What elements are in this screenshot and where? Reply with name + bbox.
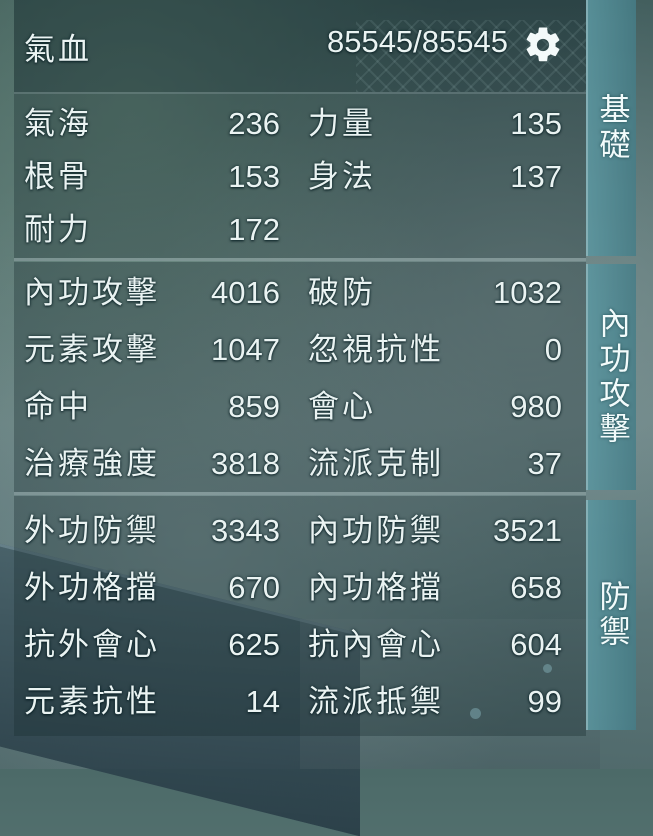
stat-label: 外功格擋: [24, 570, 160, 606]
section-defense: 外功防禦 3343 內功防禦 3521 外功格擋 670 內功格擋 658 抗外…: [14, 496, 586, 736]
tab-defense-label: 防禦: [593, 580, 630, 650]
stat-value: 135: [510, 106, 562, 141]
stat-value: 137: [510, 159, 562, 194]
section-basic: 氣海 236 力量 135 根骨 153 身法 137 耐力 172: [14, 94, 586, 261]
stat-value: 236: [228, 106, 280, 141]
stat-label: 內功格擋: [308, 570, 444, 606]
gear-icon[interactable]: [522, 24, 564, 66]
hp-value: 85545/85545: [326, 24, 508, 59]
stat-value: 604: [510, 627, 562, 662]
stat-label: 元素攻擊: [24, 332, 160, 368]
stat-value: 1032: [493, 275, 562, 310]
stat-value: 658: [510, 570, 562, 605]
stat-label: 流派克制: [308, 446, 444, 482]
stat-label: 忽視抗性: [308, 332, 444, 368]
stat-label: 內功防禦: [308, 513, 444, 549]
stat-value: 625: [228, 627, 280, 662]
stat-label: 抗內會心: [308, 627, 444, 663]
stat-label: 內功攻擊: [24, 275, 160, 311]
stat-value: 0: [544, 332, 562, 367]
stat-value: 859: [228, 389, 280, 424]
stat-label: 抗外會心: [24, 627, 160, 663]
stat-value: 37: [527, 446, 562, 481]
stat-label: 治療強度: [24, 446, 160, 482]
tab-basic-label: 基礎: [593, 93, 630, 163]
stat-label: 耐力: [24, 212, 92, 248]
stats-panel: 氣血 85545/85545 氣海 236 力量 135 根骨 153 身法 1…: [14, 0, 586, 769]
stat-value: 99: [527, 684, 562, 719]
tab-basic[interactable]: 基礎: [586, 0, 636, 256]
stat-value: 14: [245, 684, 280, 719]
stat-value: 4016: [211, 275, 280, 310]
stat-value: 172: [228, 212, 280, 247]
hp-label: 氣血: [24, 32, 92, 68]
stat-value: 3818: [211, 446, 280, 481]
stat-label: 外功防禦: [24, 513, 160, 549]
tab-defense[interactable]: 防禦: [586, 500, 636, 730]
section-attack: 內功攻擊 4016 破防 1032 元素攻擊 1047 忽視抗性 0 命中 85…: [14, 262, 586, 495]
stat-value: 670: [228, 570, 280, 605]
stat-value: 1047: [211, 332, 280, 367]
stat-value: 980: [510, 389, 562, 424]
hp-row: 氣血 85545/85545: [14, 0, 586, 94]
stat-value: 3343: [211, 513, 280, 548]
stat-label: 身法: [308, 159, 376, 195]
stat-label: 破防: [308, 275, 376, 311]
tab-internal-attack-label: 內功攻擊: [593, 307, 630, 447]
stat-value: 153: [228, 159, 280, 194]
stat-label: 會心: [308, 389, 376, 425]
stat-label: 氣海: [24, 106, 92, 142]
stat-label: 元素抗性: [24, 684, 160, 720]
stat-label: 力量: [308, 106, 376, 142]
stat-label: 流派抵禦: [308, 684, 444, 720]
stat-label: 命中: [24, 389, 92, 425]
stat-value: 3521: [493, 513, 562, 548]
tab-internal-attack[interactable]: 內功攻擊: [586, 264, 636, 490]
stat-label: 根骨: [24, 159, 92, 195]
